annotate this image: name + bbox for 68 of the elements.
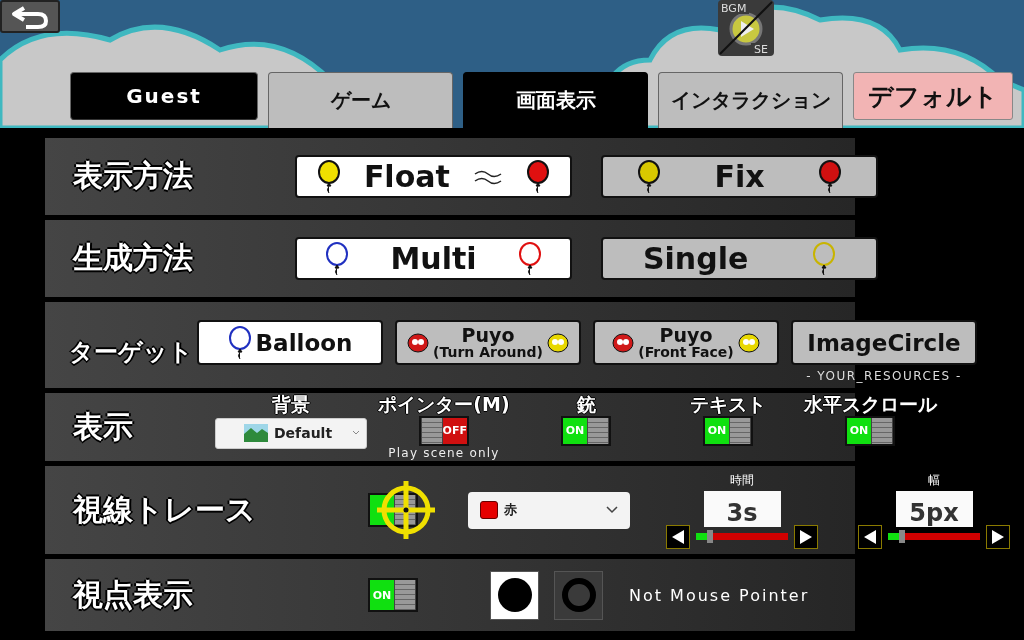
- left-triangle-icon: [863, 528, 877, 545]
- option-button[interactable]: Multi: [295, 237, 572, 280]
- option-button[interactable]: Puyo (Turn Around): [395, 320, 581, 365]
- balloon-icon: [227, 325, 252, 360]
- balloon-icon: [517, 241, 542, 276]
- right-triangle-icon: [799, 528, 813, 545]
- row-label: 視点表示: [71, 575, 194, 614]
- balloon-icon: [316, 159, 341, 194]
- option-button[interactable]: Single: [601, 237, 878, 280]
- option-button[interactable]: Float: [295, 155, 572, 198]
- item-label: ポインター(M): [378, 394, 510, 415]
- option-button[interactable]: Balloon: [197, 320, 383, 365]
- slider-track[interactable]: [888, 533, 980, 540]
- balloon-icon: [817, 159, 842, 194]
- row-label: 表示方法: [72, 157, 194, 195]
- sound-toggle-button[interactable]: BGM SE: [718, 0, 774, 56]
- option-button[interactable]: ImageCircle: [791, 320, 977, 365]
- decrease-button[interactable]: [858, 524, 882, 549]
- item-label: 背景: [272, 394, 310, 415]
- shape-button[interactable]: [490, 570, 539, 620]
- row-label: 生成方法: [71, 239, 194, 277]
- balloon-icon: [637, 159, 662, 194]
- slider-track[interactable]: [696, 533, 788, 540]
- note-text: Not Mouse Pointer: [629, 585, 810, 605]
- ring-icon: [560, 577, 597, 613]
- tab[interactable]: ゲーム: [268, 72, 453, 128]
- decrease-button[interactable]: [666, 524, 690, 549]
- row-label: 表示: [72, 407, 134, 446]
- row-label: 視線トレース: [71, 490, 257, 529]
- toggle-switch[interactable]: OFF: [419, 415, 469, 446]
- increase-button[interactable]: [986, 524, 1010, 549]
- chevron-icon: [606, 506, 618, 514]
- balloon-icon: [325, 241, 350, 276]
- right-triangle-icon: [991, 528, 1005, 545]
- blob-icon: [546, 332, 569, 353]
- slider-label: 時間: [730, 471, 754, 489]
- crosshair-icon: [375, 479, 437, 541]
- default-button[interactable]: デフォルト: [853, 72, 1013, 120]
- color-dropdown[interactable]: 赤: [468, 491, 630, 529]
- increase-button[interactable]: [794, 524, 818, 549]
- value-display: 3s: [703, 490, 781, 527]
- chevron-icon: [352, 430, 360, 437]
- blob-icon: [612, 332, 635, 353]
- option-caption: - YOUR_RESOURCES -: [806, 369, 962, 383]
- item-label: 水平スクロール: [803, 394, 937, 415]
- tab[interactable]: インタラクション: [658, 72, 843, 128]
- blob-icon: [737, 332, 760, 353]
- background-dropdown[interactable]: Default: [215, 417, 367, 449]
- slider-thumb[interactable]: [706, 530, 713, 543]
- option-button[interactable]: Fix: [601, 155, 878, 198]
- landscape-icon: [244, 424, 268, 443]
- slider-label: 幅: [928, 471, 940, 489]
- filled-circle-icon: [496, 577, 533, 613]
- slider-thumb[interactable]: [898, 530, 905, 543]
- item-caption: Play scene only: [388, 446, 500, 459]
- back-button[interactable]: [0, 0, 60, 33]
- value-display: 5px: [895, 490, 973, 527]
- toggle-switch[interactable]: [368, 493, 418, 527]
- option-button[interactable]: Puyo (Front Face): [593, 320, 779, 365]
- blob-icon: [407, 332, 430, 353]
- tab[interactable]: 画面表示: [463, 72, 648, 128]
- item-label: テキスト: [690, 394, 766, 415]
- left-triangle-icon: [671, 528, 685, 545]
- tab[interactable]: Guest: [70, 72, 258, 120]
- row-label: ターゲット: [68, 337, 194, 368]
- item-label: 銃: [576, 394, 596, 415]
- balloon-icon: [526, 159, 551, 194]
- balloon-icon: [812, 241, 837, 276]
